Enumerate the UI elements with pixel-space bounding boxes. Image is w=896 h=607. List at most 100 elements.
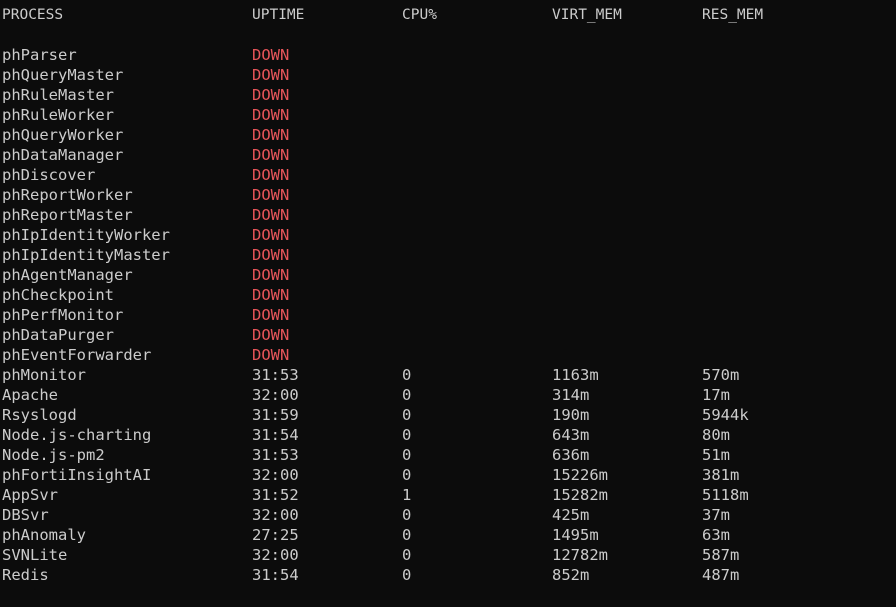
process-name: phAgentManager: [2, 266, 133, 284]
process-uptime: 31:53: [252, 366, 299, 384]
process-name: phQueryMaster: [2, 66, 124, 84]
process-virt-mem: 425m: [552, 506, 590, 524]
table-row: Redis 31:54 0 852m 487m: [0, 565, 896, 585]
process-name: phParser: [2, 46, 77, 64]
process-uptime: DOWN: [252, 206, 290, 224]
process-res-mem: 63m: [702, 526, 730, 544]
process-cpu: 0: [402, 426, 412, 444]
process-name: phRuleWorker: [2, 106, 114, 124]
process-uptime: 27:25: [252, 526, 299, 544]
table-row: Rsyslogd 31:59 0 190m 5944k: [0, 405, 896, 425]
process-uptime: 31:52: [252, 486, 299, 504]
process-virt-mem: 12782m: [552, 546, 608, 564]
table-row: phMonitor 31:53 0 1163m 570m: [0, 365, 896, 385]
table-row: phDataPurger DOWN: [0, 325, 896, 345]
process-uptime: DOWN: [252, 146, 290, 164]
process-uptime: 32:00: [252, 546, 299, 564]
process-name: Rsyslogd: [2, 406, 77, 424]
process-res-mem: 80m: [702, 426, 730, 444]
process-name: phQueryWorker: [2, 126, 124, 144]
process-cpu: 0: [402, 366, 412, 384]
table-header: PROCESS UPTIME CPU% VIRT_MEM RES_MEM: [0, 5, 896, 25]
table-row: phDiscover DOWN: [0, 165, 896, 185]
table-row: phRuleMaster DOWN: [0, 85, 896, 105]
process-name: phPerfMonitor: [2, 306, 124, 324]
process-uptime: DOWN: [252, 246, 290, 264]
table-row: Node.js-pm2 31:53 0 636m 51m: [0, 445, 896, 465]
process-uptime: DOWN: [252, 126, 290, 144]
table-row: Apache 32:00 0 314m 17m: [0, 385, 896, 405]
process-cpu: 0: [402, 566, 412, 584]
process-uptime: 31:54: [252, 566, 299, 584]
process-uptime: DOWN: [252, 346, 290, 364]
process-cpu: 0: [402, 466, 412, 484]
table-row: phCheckpoint DOWN: [0, 285, 896, 305]
process-name: phIpIdentityWorker: [2, 226, 170, 244]
process-virt-mem: 15226m: [552, 466, 608, 484]
process-uptime: 31:54: [252, 426, 299, 444]
process-name: phEventForwarder: [2, 346, 152, 364]
terminal-window[interactable]: PROCESS UPTIME CPU% VIRT_MEM RES_MEM phP…: [0, 0, 896, 607]
process-uptime: DOWN: [252, 86, 290, 104]
process-name: Node.js-pm2: [2, 446, 105, 464]
table-row: phFortiInsightAI 32:00 0 15226m 381m: [0, 465, 896, 485]
process-name: SVNLite: [2, 546, 68, 564]
process-uptime: DOWN: [252, 226, 290, 244]
process-virt-mem: 1163m: [552, 366, 599, 384]
header-cpu: CPU%: [402, 7, 437, 23]
process-cpu: 0: [402, 406, 412, 424]
table-row: phParser DOWN: [0, 45, 896, 65]
process-res-mem: 5944k: [702, 406, 749, 424]
process-uptime: 31:59: [252, 406, 299, 424]
process-cpu: 0: [402, 526, 412, 544]
process-virt-mem: 852m: [552, 566, 590, 584]
process-uptime: 32:00: [252, 466, 299, 484]
table-row: phReportWorker DOWN: [0, 185, 896, 205]
table-row: phAgentManager DOWN: [0, 265, 896, 285]
process-virt-mem: 314m: [552, 386, 590, 404]
process-name: DBSvr: [2, 506, 49, 524]
process-name: phFortiInsightAI: [2, 466, 152, 484]
process-name: phAnomaly: [2, 526, 86, 544]
process-res-mem: 570m: [702, 366, 740, 384]
process-uptime: 31:53: [252, 446, 299, 464]
process-cpu: 1: [402, 486, 412, 504]
process-virt-mem: 190m: [552, 406, 590, 424]
process-uptime: DOWN: [252, 266, 290, 284]
process-cpu: 0: [402, 386, 412, 404]
process-res-mem: 5118m: [702, 486, 749, 504]
table-row: SVNLite 32:00 0 12782m 587m: [0, 545, 896, 565]
process-name: phDataManager: [2, 146, 124, 164]
process-cpu: 0: [402, 506, 412, 524]
table-row: AppSvr 31:52 1 15282m 5118m: [0, 485, 896, 505]
process-uptime: DOWN: [252, 186, 290, 204]
process-name: Apache: [2, 386, 58, 404]
header-process: PROCESS: [2, 7, 64, 23]
header-uptime: UPTIME: [252, 7, 305, 23]
process-name: phDiscover: [2, 166, 96, 184]
process-uptime: DOWN: [252, 66, 290, 84]
header-virt-mem: VIRT_MEM: [552, 7, 622, 23]
process-res-mem: 587m: [702, 546, 740, 564]
process-uptime: 32:00: [252, 386, 299, 404]
table-row: phAnomaly 27:25 0 1495m 63m: [0, 525, 896, 545]
process-res-mem: 381m: [702, 466, 740, 484]
process-name: phDataPurger: [2, 326, 114, 344]
process-virt-mem: 636m: [552, 446, 590, 464]
table-row: phDataManager DOWN: [0, 145, 896, 165]
process-name: phRuleMaster: [2, 86, 114, 104]
table-row: phPerfMonitor DOWN: [0, 305, 896, 325]
process-name: phReportMaster: [2, 206, 133, 224]
table-row: Node.js-charting 31:54 0 643m 80m: [0, 425, 896, 445]
process-name: phReportWorker: [2, 186, 133, 204]
process-res-mem: 487m: [702, 566, 740, 584]
table-row: phQueryWorker DOWN: [0, 125, 896, 145]
header-res-mem: RES_MEM: [702, 7, 764, 23]
process-uptime: DOWN: [252, 166, 290, 184]
process-res-mem: 17m: [702, 386, 730, 404]
process-uptime: DOWN: [252, 286, 290, 304]
process-uptime: DOWN: [252, 326, 290, 344]
process-virt-mem: 1495m: [552, 526, 599, 544]
process-uptime: 32:00: [252, 506, 299, 524]
process-name: phCheckpoint: [2, 286, 114, 304]
